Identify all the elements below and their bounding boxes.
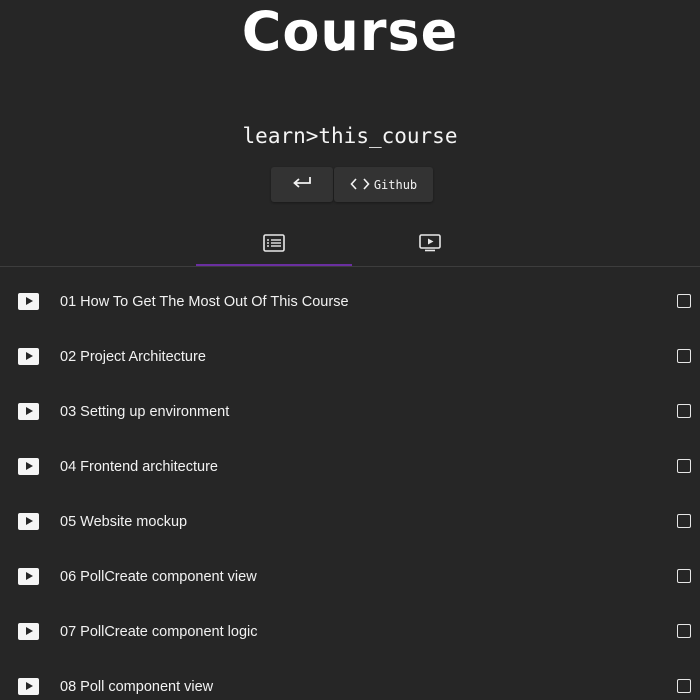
course-page: Course learn>this_course Github 01 How T… (0, 0, 700, 700)
lesson-title: 03 Setting up environment (60, 404, 230, 420)
list-item[interactable]: 07 PollCreate component logic (0, 605, 700, 660)
list-item[interactable]: 05 Website mockup (0, 495, 700, 550)
lesson-checkbox[interactable] (677, 679, 691, 693)
play-icon[interactable] (18, 623, 39, 640)
lesson-title: 05 Website mockup (60, 514, 188, 530)
action-buttons: Github (271, 167, 433, 202)
lesson-checkbox[interactable] (677, 404, 691, 418)
play-icon[interactable] (18, 348, 39, 365)
video-player-icon (419, 233, 441, 256)
tab-video[interactable] (352, 222, 508, 267)
github-button[interactable]: Github (334, 167, 433, 202)
list-icon (263, 233, 285, 256)
lesson-title: 01 How To Get The Most Out Of This Cours… (60, 294, 349, 310)
list-item[interactable]: 06 PollCreate component view (0, 550, 700, 605)
play-icon[interactable] (18, 678, 39, 695)
list-item[interactable]: 03 Setting up environment (0, 385, 700, 440)
lesson-checkbox[interactable] (677, 624, 691, 638)
page-subtitle: learn>this_course (242, 124, 458, 148)
lesson-checkbox[interactable] (677, 569, 691, 583)
list-item[interactable]: 08 Poll component view (0, 660, 700, 700)
play-icon[interactable] (18, 293, 39, 310)
lesson-checkbox[interactable] (677, 514, 691, 528)
lesson-checkbox[interactable] (677, 294, 691, 308)
play-icon[interactable] (18, 403, 39, 420)
lesson-list: 01 How To Get The Most Out Of This Cours… (0, 275, 700, 700)
tabs-divider (0, 266, 700, 267)
list-item[interactable]: 01 How To Get The Most Out Of This Cours… (0, 275, 700, 330)
lesson-checkbox[interactable] (677, 349, 691, 363)
play-icon[interactable] (18, 513, 39, 530)
code-brackets-icon (350, 175, 370, 194)
lesson-title: 06 PollCreate component view (60, 569, 257, 585)
list-item[interactable]: 02 Project Architecture (0, 330, 700, 385)
lesson-checkbox[interactable] (677, 459, 691, 473)
play-icon[interactable] (18, 458, 39, 475)
return-arrow-icon (291, 175, 313, 194)
page-title: Course (241, 0, 459, 63)
tab-list[interactable] (196, 222, 352, 267)
lesson-title: 08 Poll component view (60, 679, 214, 695)
play-icon[interactable] (18, 568, 39, 585)
view-tabs (196, 222, 508, 267)
back-button[interactable] (271, 167, 333, 202)
lesson-title: 04 Frontend architecture (60, 459, 218, 475)
lesson-title: 07 PollCreate component logic (60, 624, 258, 640)
github-label: Github (373, 177, 418, 192)
lesson-title: 02 Project Architecture (60, 349, 206, 365)
list-item[interactable]: 04 Frontend architecture (0, 440, 700, 495)
